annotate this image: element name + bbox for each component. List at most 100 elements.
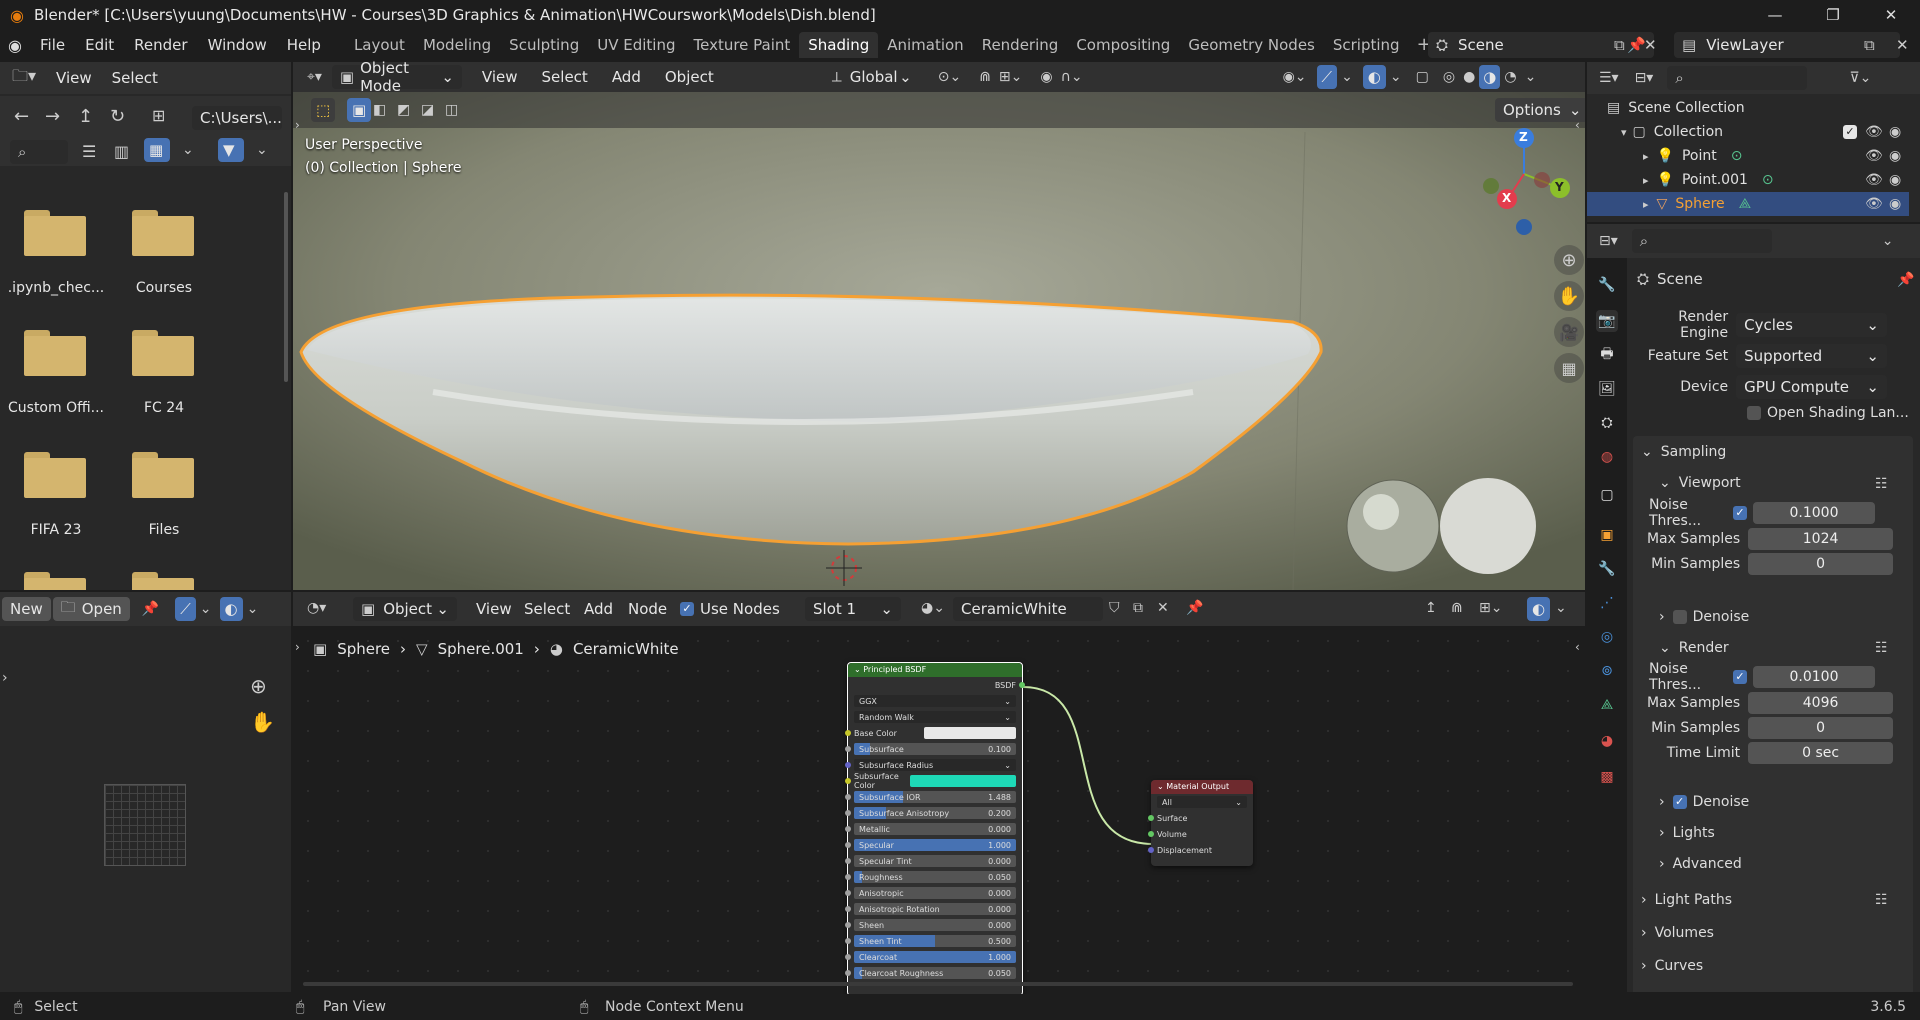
vp-menu-object[interactable]: Object	[665, 68, 714, 86]
chevron-down-icon[interactable]: ⌄	[247, 601, 259, 617]
filter-icon[interactable]: ▼	[218, 138, 244, 162]
render-engine-dropdown[interactable]: Cycles ⌄	[1736, 313, 1887, 337]
particles-tab-icon[interactable]: ⋰	[1596, 592, 1618, 614]
expand-arrow-icon[interactable]: ▸	[1643, 174, 1649, 187]
ne-menu-node[interactable]: Node	[628, 600, 667, 618]
ne-menu-view[interactable]: View	[476, 600, 512, 618]
refresh-icon[interactable]: ↻	[110, 106, 125, 127]
tab-uv-editing[interactable]: UV Editing	[588, 32, 684, 58]
menu-help[interactable]: Help	[277, 36, 331, 54]
texture-tab-icon[interactable]: ▩	[1596, 766, 1618, 788]
curves-label[interactable]: Curves	[1655, 958, 1704, 974]
menu-file[interactable]: File	[30, 36, 75, 54]
overlay-toggle-icon[interactable]: ⟋	[175, 597, 196, 621]
bsdf-output-socket[interactable]	[1019, 682, 1025, 688]
constraints-tab-icon[interactable]: ⊚	[1596, 660, 1618, 682]
exclude-checkbox[interactable]: ✓	[1843, 125, 1857, 139]
tool-tab-icon[interactable]: 🔧	[1596, 274, 1618, 296]
vp-menu-select[interactable]: Select	[542, 68, 588, 86]
scene-collection-label[interactable]: Scene Collection	[1628, 100, 1744, 116]
menu-render[interactable]: Render	[124, 36, 197, 54]
folder-icon[interactable]	[132, 330, 196, 376]
render-min-samples-field[interactable]: 0	[1748, 717, 1893, 739]
bsdf-field-anisotropic-rotation[interactable]: Anisotropic Rotation 0.000	[854, 903, 1016, 915]
presets-icon[interactable]: ☷	[1875, 476, 1888, 492]
subsurface-method-dropdown[interactable]: Random Walk ⌄	[854, 711, 1016, 723]
volumes-label[interactable]: Volumes	[1655, 925, 1714, 941]
pin-icon[interactable]: 📌	[1897, 272, 1914, 288]
chevron-down-icon[interactable]: ⌄	[200, 601, 212, 617]
material-browse-icon[interactable]: ◕⌄	[921, 600, 945, 616]
physics-tab-icon[interactable]: ◎	[1596, 626, 1618, 648]
folder-label[interactable]: Courses	[114, 280, 214, 296]
render-sub-label[interactable]: Render	[1679, 640, 1729, 656]
material-name-field[interactable]: CeramicWhite	[953, 597, 1103, 621]
scrollbar[interactable]	[284, 192, 288, 382]
snap-icon[interactable]: ⋒	[979, 69, 991, 85]
output-tab-icon[interactable]: 🖶	[1596, 344, 1618, 366]
select-extend-icon[interactable]: ◧	[373, 102, 386, 118]
solid-shading-icon[interactable]: ●	[1463, 69, 1475, 85]
ne-menu-select[interactable]: Select	[524, 600, 570, 618]
pivot-point-icon[interactable]: ⊙⌄	[938, 69, 961, 85]
ne-menu-add[interactable]: Add	[584, 600, 613, 618]
render-noise-field[interactable]: 0.0100	[1753, 666, 1875, 688]
advanced-label[interactable]: Advanced	[1673, 856, 1742, 872]
sidebar-toggle-icon[interactable]: ›	[2, 670, 8, 686]
input-socket[interactable]	[845, 778, 851, 784]
tab-rendering[interactable]: Rendering	[973, 32, 1068, 58]
collection-label[interactable]: Collection	[1654, 124, 1723, 140]
viewport-min-samples-field[interactable]: 0	[1748, 553, 1893, 575]
presets-icon[interactable]: ☷	[1875, 640, 1888, 656]
modifier-tab-icon[interactable]: 🔧	[1596, 558, 1618, 580]
lights-label[interactable]: Lights	[1673, 825, 1715, 841]
folder-label[interactable]: Files	[114, 522, 214, 538]
folder-icon[interactable]	[24, 572, 88, 590]
duplicate-material-icon[interactable]: ⧉	[1133, 600, 1143, 616]
mode-dropdown[interactable]: ▣ Object Mode ⌄	[331, 59, 462, 95]
remove-view-layer-icon[interactable]: ✕	[1896, 36, 1909, 54]
material-output-node[interactable]: ⌄ Material Output All ⌄ Surface Volume Di…	[1148, 780, 1253, 866]
fb-menu-select[interactable]: Select	[112, 69, 158, 87]
tweak-tool-icon[interactable]: ⬚	[311, 98, 336, 122]
viewport-denoise-label[interactable]: Denoise	[1693, 609, 1750, 625]
device-dropdown[interactable]: GPU Compute ⌄	[1736, 375, 1887, 399]
input-socket[interactable]	[845, 746, 851, 752]
tab-modeling[interactable]: Modeling	[414, 32, 500, 58]
surface-input-socket[interactable]	[1148, 815, 1154, 821]
node-header[interactable]: ⌄ Material Output	[1151, 780, 1253, 794]
volume-input-socket[interactable]	[1148, 831, 1154, 837]
input-socket[interactable]	[845, 970, 851, 976]
input-socket[interactable]	[845, 954, 851, 960]
folder-icon[interactable]	[132, 210, 196, 256]
viewport-3d[interactable]: Z Y X ⬚ ▣ ◧ ◩ ◪ ◫ Options ⌄ User Perspect…	[293, 92, 1585, 590]
menu-window[interactable]: Window	[198, 36, 277, 54]
eye-icon[interactable]: 👁	[1865, 124, 1883, 140]
expand-arrow-icon[interactable]: ▾	[1621, 126, 1627, 139]
minimize-button[interactable]: —	[1746, 0, 1804, 30]
slot-dropdown[interactable]: Slot 1 ⌄	[805, 597, 901, 621]
new-view-layer-icon[interactable]: ⧉	[1864, 36, 1875, 54]
toolbar-toggle-icon[interactable]: ‹	[1575, 640, 1580, 654]
editor-type-icon[interactable]: ⌖▾	[307, 69, 322, 85]
material-shading-icon[interactable]: ◑	[1479, 65, 1501, 89]
viewport-max-samples-field[interactable]: 1024	[1748, 528, 1893, 550]
shading-options-icon[interactable]: ⌄	[1525, 69, 1537, 85]
blender-menu-icon[interactable]: ◉	[0, 36, 30, 55]
displacement-input-socket[interactable]	[1148, 847, 1154, 853]
bsdf-field-clearcoat[interactable]: Clearcoat 1.000	[854, 951, 1016, 963]
folder-icon[interactable]	[132, 452, 196, 498]
options-chevron-icon[interactable]: ⌄	[1882, 233, 1894, 249]
input-socket[interactable]	[845, 826, 851, 832]
camera-render-icon[interactable]: ◉	[1889, 124, 1901, 140]
base-color-swatch[interactable]	[924, 727, 1016, 739]
object-data-tab-icon[interactable]: ⟁	[1596, 694, 1618, 716]
folder-icon[interactable]	[24, 210, 88, 256]
outliner-search-field[interactable]: ⌕	[1667, 66, 1808, 90]
visibility-icon[interactable]: ◉⌄	[1283, 69, 1307, 85]
fb-menu-view[interactable]: View	[56, 69, 92, 87]
outliner-item-point-001[interactable]: Point.001	[1682, 172, 1748, 188]
eye-icon[interactable]: 👁	[1865, 172, 1883, 188]
input-socket[interactable]	[845, 858, 851, 864]
menu-edit[interactable]: Edit	[75, 36, 124, 54]
